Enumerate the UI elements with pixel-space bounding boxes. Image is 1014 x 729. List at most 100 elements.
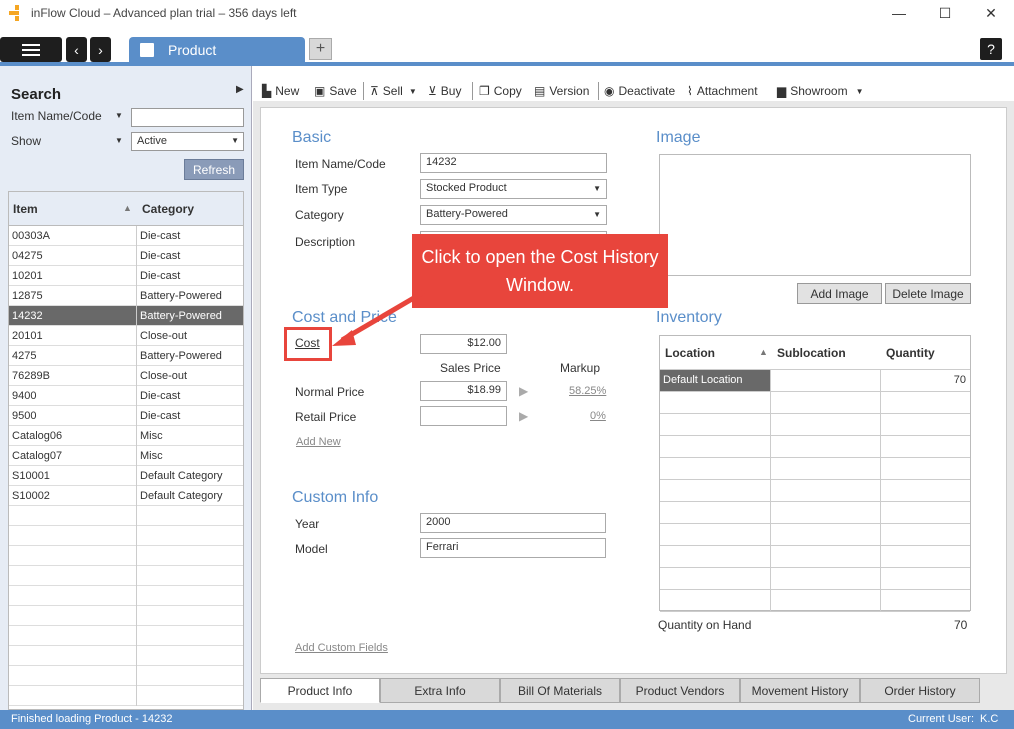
retail-markup-link[interactable]: 0% (590, 410, 606, 422)
column-divider (880, 370, 881, 392)
new-button[interactable]: ▙ New (262, 84, 299, 98)
chevron-right-icon: › (98, 41, 103, 58)
menu-button[interactable] (0, 37, 62, 62)
table-row[interactable] (9, 566, 243, 586)
table-row[interactable]: Catalog06 Misc (9, 426, 243, 446)
table-row[interactable] (9, 646, 243, 666)
forward-button[interactable]: › (90, 37, 111, 62)
bottom-tab-product-vendors[interactable]: Product Vendors (620, 678, 740, 703)
deactivate-button[interactable]: ◉ Deactivate (604, 84, 675, 98)
delete-image-button[interactable]: Delete Image (885, 283, 971, 304)
inventory-row[interactable] (660, 414, 970, 436)
close-button[interactable]: ✕ (968, 0, 1014, 26)
show-select-value: Active (137, 135, 167, 147)
normal-price-field[interactable]: $18.99 (420, 381, 507, 401)
item-code-field[interactable]: 14232 (420, 153, 607, 173)
column-header-sublocation[interactable]: Sublocation (777, 346, 846, 360)
column-header-item[interactable]: Item (13, 202, 38, 216)
bottom-tab-product-info[interactable]: Product Info (260, 678, 380, 703)
table-row[interactable]: Catalog07 Misc (9, 446, 243, 466)
table-row[interactable]: 10201 Die-cast (9, 266, 243, 286)
save-button[interactable]: ▣ Save (314, 84, 357, 98)
table-row[interactable] (9, 586, 243, 606)
normal-markup-link[interactable]: 58.25% (569, 385, 606, 397)
inventory-grid: Location ▲ Sublocation Quantity Default … (659, 335, 971, 612)
inventory-row[interactable] (660, 568, 970, 590)
table-row[interactable]: 00303A Die-cast (9, 226, 243, 246)
showroom-button[interactable]: ▆ Showroom ▼ (777, 84, 864, 98)
category-select[interactable]: Battery-Powered ▼ (420, 205, 607, 225)
filter-field-label[interactable]: Item Name/Code (11, 109, 102, 123)
table-row[interactable]: 76289B Close-out (9, 366, 243, 386)
show-caret-icon[interactable]: ▼ (115, 136, 123, 145)
table-row[interactable]: 9400 Die-cast (9, 386, 243, 406)
table-row[interactable]: 04275 Die-cast (9, 246, 243, 266)
column-divider (136, 666, 137, 686)
version-button[interactable]: ▤ Version (534, 84, 589, 98)
column-header-quantity[interactable]: Quantity (886, 346, 935, 360)
tab-product[interactable]: Product (129, 37, 305, 64)
refresh-button[interactable]: Refresh (184, 159, 244, 180)
sell-button[interactable]: ⊼ Sell ▼ (370, 84, 417, 98)
add-custom-fields-link[interactable]: Add Custom Fields (295, 642, 388, 654)
table-row[interactable] (9, 506, 243, 526)
bottom-tab-order-history[interactable]: Order History (860, 678, 980, 703)
version-icon: ▤ (534, 84, 546, 98)
minimize-button[interactable]: — (876, 0, 922, 26)
row-item-code: 4275 (12, 350, 37, 362)
inventory-row[interactable] (660, 524, 970, 546)
quantity-on-hand-value: 70 (954, 618, 968, 632)
bottom-tab-bill-of-materials[interactable]: Bill Of Materials (500, 678, 620, 703)
row-category: Battery-Powered (140, 350, 222, 362)
add-tab-button[interactable]: + (309, 38, 332, 60)
table-row[interactable]: 20101 Close-out (9, 326, 243, 346)
play-arrow-icon[interactable]: ▶ (519, 384, 528, 398)
table-row[interactable]: 9500 Die-cast (9, 406, 243, 426)
copy-button[interactable]: ❐ Copy (479, 84, 522, 98)
inventory-row[interactable] (660, 436, 970, 458)
table-row[interactable]: 4275 Battery-Powered (9, 346, 243, 366)
table-row[interactable] (9, 626, 243, 646)
buy-button[interactable]: ⊻ Buy (428, 84, 461, 98)
inventory-row[interactable] (660, 502, 970, 524)
table-row[interactable] (9, 606, 243, 626)
item-type-select[interactable]: Stocked Product ▼ (420, 179, 607, 199)
inventory-row[interactable]: Default Location 70 (660, 370, 970, 392)
inventory-row[interactable] (660, 546, 970, 568)
table-row[interactable] (9, 666, 243, 686)
table-row[interactable] (9, 526, 243, 546)
table-row[interactable]: S10002 Default Category (9, 486, 243, 506)
row-item-code: 04275 (12, 250, 43, 262)
year-field[interactable]: 2000 (420, 513, 606, 533)
table-row[interactable] (9, 546, 243, 566)
table-row[interactable]: 14232 Battery-Powered (9, 306, 243, 326)
help-button[interactable]: ? (980, 38, 1002, 60)
add-image-button[interactable]: Add Image (797, 283, 882, 304)
add-new-price-link[interactable]: Add New (296, 436, 341, 448)
inventory-row[interactable] (660, 392, 970, 414)
column-divider (770, 568, 771, 590)
inventory-row[interactable] (660, 458, 970, 480)
collapse-sidebar-icon[interactable]: ▶ (236, 84, 244, 95)
maximize-button[interactable]: ☐ (922, 0, 968, 26)
play-arrow-icon[interactable]: ▶ (519, 409, 528, 423)
retail-price-field[interactable] (420, 406, 507, 426)
table-row[interactable] (9, 686, 243, 706)
bottom-tab-extra-info[interactable]: Extra Info (380, 678, 500, 703)
model-field[interactable]: Ferrari (420, 538, 606, 558)
item-code-search-input[interactable] (131, 108, 244, 127)
attachment-button[interactable]: ⌇ Attachment (687, 84, 758, 98)
show-select[interactable]: Active ▼ (131, 132, 244, 151)
inventory-row[interactable] (660, 480, 970, 502)
filter-field-caret-icon[interactable]: ▼ (115, 111, 123, 120)
column-header-location[interactable]: Location (665, 346, 715, 360)
image-drop-area[interactable] (659, 154, 971, 276)
column-header-category[interactable]: Category (142, 202, 194, 216)
table-row[interactable]: S10001 Default Category (9, 466, 243, 486)
bottom-tab-movement-history[interactable]: Movement History (740, 678, 860, 703)
back-button[interactable]: ‹ (66, 37, 87, 62)
table-row[interactable]: 12875 Battery-Powered (9, 286, 243, 306)
grid-header: Item ▲ Category (9, 192, 243, 226)
inventory-row[interactable] (660, 590, 970, 612)
description-label: Description (295, 235, 356, 249)
